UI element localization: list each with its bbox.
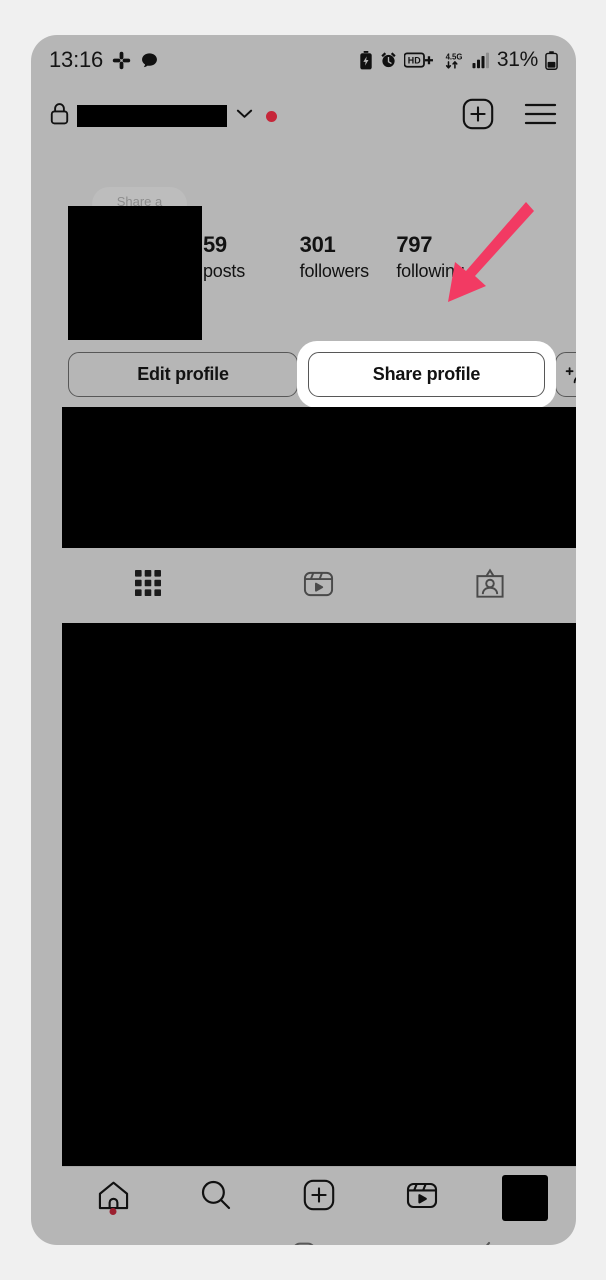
status-bar-right: HD 4.5G 31% xyxy=(359,48,558,72)
status-bar: 13:16 HD 4.5G 31% xyxy=(31,35,576,85)
phone-screen: 13:16 HD 4.5G 31% Share a 59 posts 301 f… xyxy=(31,35,576,1245)
profile-stats: 59 posts 301 followers 797 following xyxy=(203,231,493,283)
chevron-down-icon[interactable] xyxy=(235,107,254,125)
svg-text:4.5G: 4.5G xyxy=(445,52,462,61)
hd-plus-icon: HD xyxy=(403,52,436,69)
battery-saver-icon xyxy=(359,50,373,70)
header-actions xyxy=(462,98,557,135)
tab-tagged[interactable] xyxy=(405,548,576,623)
grid-icon xyxy=(134,569,162,602)
stat-followers-label: followers xyxy=(299,261,369,281)
share-profile-button[interactable]: Share profile xyxy=(308,352,545,397)
nav-search[interactable] xyxy=(165,1167,268,1228)
network-4-5g-icon: 4.5G xyxy=(443,51,465,70)
tagged-icon xyxy=(475,567,505,604)
reels-icon xyxy=(303,568,334,604)
sysnav-recents-button[interactable]: ||| xyxy=(31,1243,213,1246)
battery-icon xyxy=(545,50,558,70)
chevron-left-icon xyxy=(476,1240,494,1245)
reels-icon xyxy=(406,1179,438,1216)
new-post-button[interactable] xyxy=(462,98,494,135)
nav-profile[interactable] xyxy=(473,1167,576,1228)
discover-people-button[interactable] xyxy=(555,352,576,397)
profile-bio-redaction xyxy=(62,407,576,548)
app-header xyxy=(31,85,576,147)
edit-profile-button[interactable]: Edit profile xyxy=(68,352,298,397)
share-profile-wrapper: Share profile xyxy=(297,341,556,408)
username-redaction xyxy=(77,105,227,127)
sysnav-home-button[interactable] xyxy=(213,1242,395,1245)
status-bar-left: 13:16 xyxy=(49,47,159,73)
stat-posts[interactable]: 59 posts xyxy=(203,231,300,283)
recents-icon: ||| xyxy=(108,1243,137,1246)
profile-avatar-redaction[interactable] xyxy=(68,206,202,340)
search-icon xyxy=(200,1179,232,1216)
tab-grid[interactable] xyxy=(62,548,233,623)
profile-tab-bar xyxy=(62,548,576,623)
plus-box-icon xyxy=(303,1179,335,1216)
nav-create[interactable] xyxy=(268,1167,371,1228)
android-system-nav: ||| xyxy=(31,1228,576,1245)
home-badge-dot xyxy=(109,1208,117,1215)
profile-action-row: Edit profile Share profile xyxy=(68,341,576,408)
unread-indicator-dot xyxy=(266,110,277,122)
tab-reels[interactable] xyxy=(233,548,404,623)
status-clock: 13:16 xyxy=(49,47,104,72)
post-grid-redaction xyxy=(62,623,576,1166)
nav-avatar-redaction xyxy=(501,1174,548,1221)
stat-following-label: following xyxy=(396,261,465,281)
stat-followers-value: 301 xyxy=(299,232,336,257)
stat-posts-label: posts xyxy=(203,261,246,281)
account-switcher[interactable] xyxy=(50,102,277,130)
stat-following[interactable]: 797 following xyxy=(396,231,493,283)
chat-bubble-icon xyxy=(140,51,159,70)
slack-icon xyxy=(112,51,131,70)
stat-following-value: 797 xyxy=(396,232,433,257)
alarm-icon xyxy=(380,51,397,69)
bottom-navigation-bar xyxy=(62,1166,576,1228)
sysnav-back-button[interactable] xyxy=(394,1240,576,1245)
nav-reels[interactable] xyxy=(370,1167,473,1228)
lock-icon xyxy=(50,102,69,130)
stat-followers[interactable]: 301 followers xyxy=(300,231,397,283)
svg-text:HD: HD xyxy=(408,55,421,65)
signal-bars-icon xyxy=(472,52,490,69)
stat-posts-value: 59 xyxy=(203,232,227,257)
nav-home[interactable] xyxy=(62,1167,165,1228)
battery-percent-label: 31% xyxy=(496,48,538,71)
square-home-icon xyxy=(292,1242,316,1245)
hamburger-menu-button[interactable] xyxy=(524,101,557,132)
